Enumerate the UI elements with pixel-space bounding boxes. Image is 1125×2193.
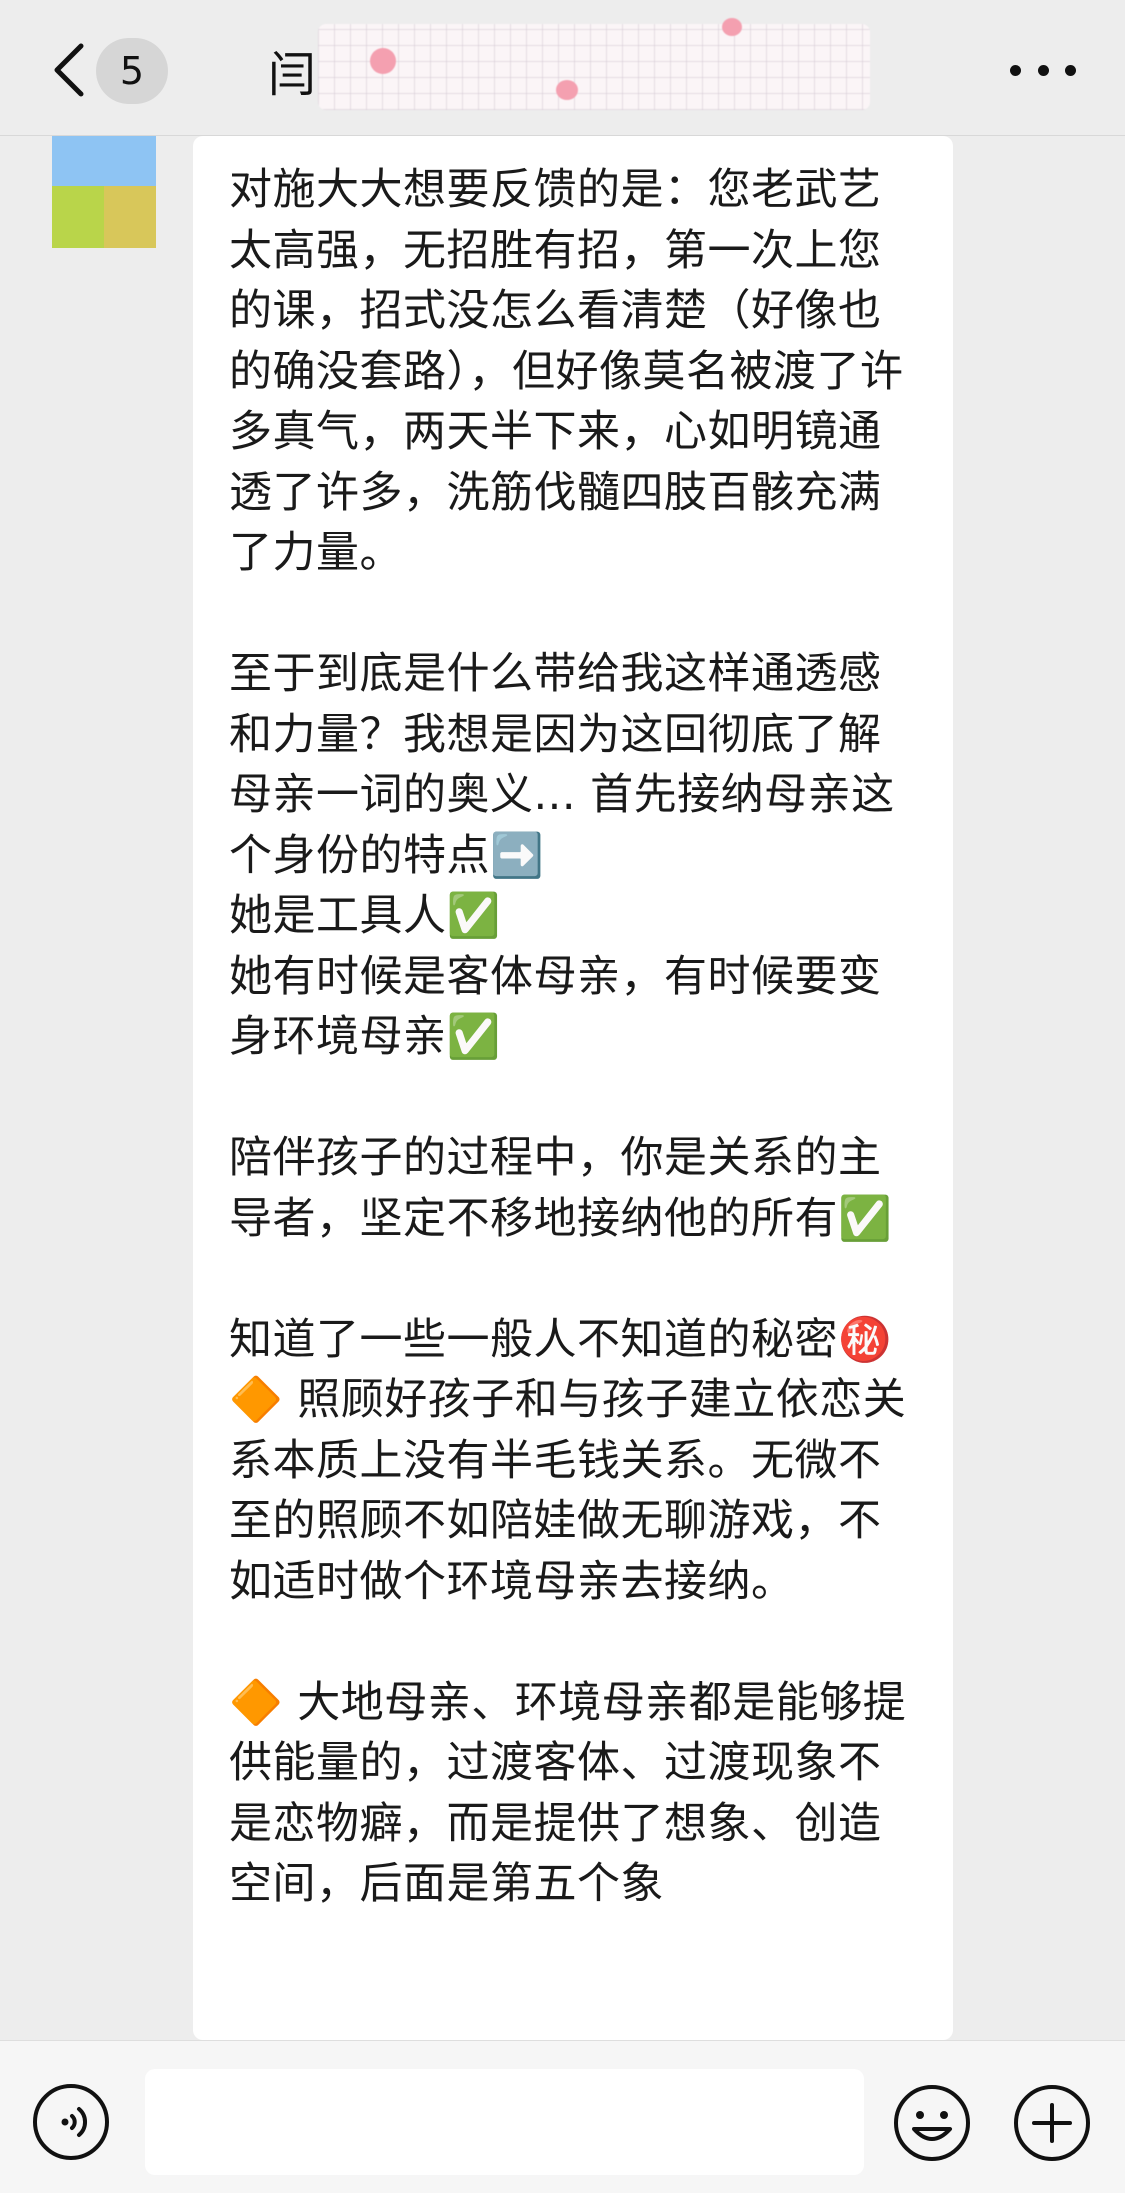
- chat-area[interactable]: 对施大大想要反馈的是：您老武艺太高强，无招胜有招，第一次上您的课，招式没怎么看清…: [0, 136, 1125, 2040]
- avatar[interactable]: [52, 136, 156, 248]
- chevron-left-icon: [54, 43, 84, 97]
- chat-title-text: 闫: [268, 47, 317, 103]
- emoji-icon: [894, 2085, 970, 2161]
- message-input[interactable]: [145, 2069, 864, 2175]
- unread-count-badge[interactable]: 5: [96, 38, 168, 104]
- plus-button[interactable]: [1012, 2083, 1092, 2163]
- more-dots-icon: [1010, 64, 1021, 76]
- emoji-button[interactable]: [892, 2083, 972, 2163]
- more-button[interactable]: [1010, 50, 1076, 90]
- message-bubble[interactable]: 对施大大想要反馈的是：您老武艺太高强，无招胜有招，第一次上您的课，招式没怎么看清…: [193, 136, 953, 2040]
- title-blur-mask: [318, 18, 870, 110]
- back-button[interactable]: [38, 30, 98, 110]
- input-toolbar: [0, 2040, 1125, 2193]
- plus-icon: [1014, 2085, 1090, 2161]
- voice-button[interactable]: [32, 2083, 110, 2161]
- chat-header: 5 闫: [0, 0, 1125, 136]
- chat-title: 闫: [268, 34, 316, 106]
- voice-icon: [33, 2084, 109, 2160]
- message-text: 对施大大想要反馈的是：您老武艺太高强，无招胜有招，第一次上您的课，招式没怎么看清…: [229, 165, 907, 1909]
